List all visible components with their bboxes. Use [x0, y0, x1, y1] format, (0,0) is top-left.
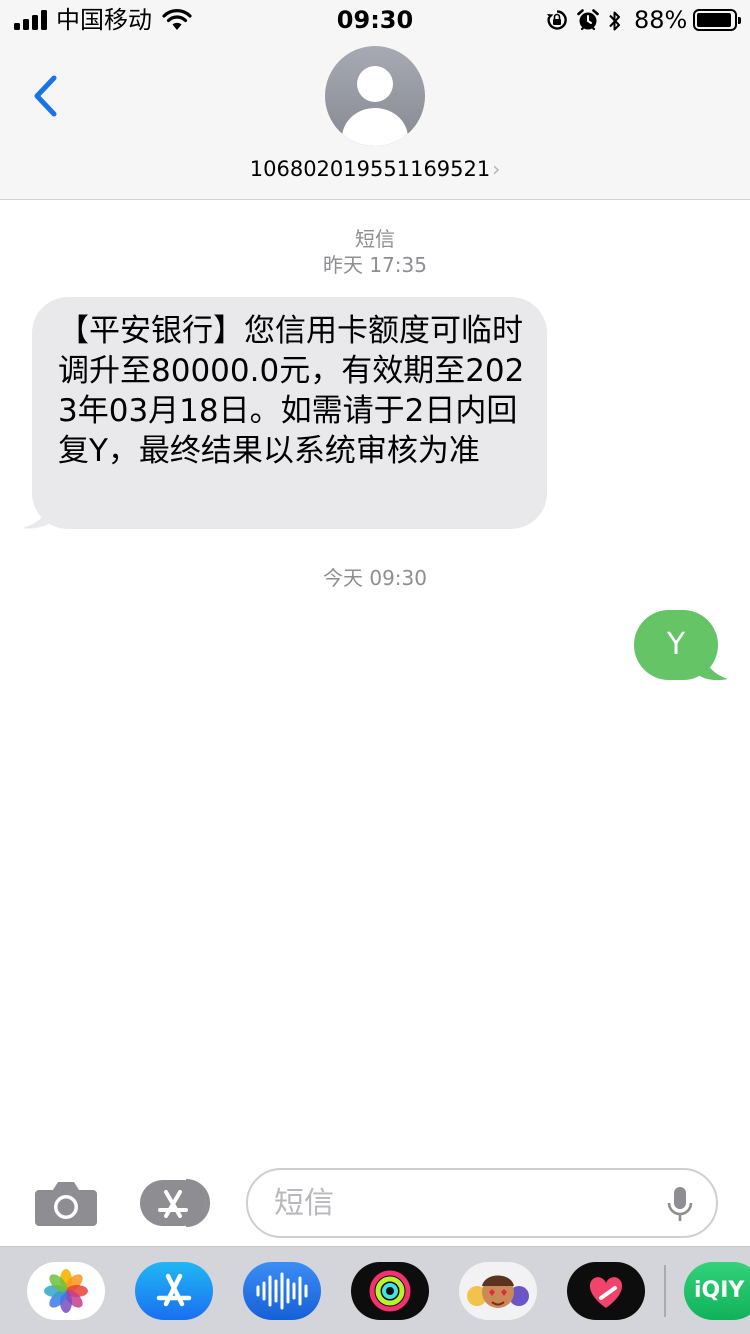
- microphone-icon[interactable]: [666, 1185, 694, 1225]
- camera-button[interactable]: [35, 1178, 97, 1228]
- app-store-button[interactable]: [138, 1178, 214, 1228]
- chevron-right-icon: ›: [492, 157, 501, 181]
- iqiyi-logo-text: iQIY: [694, 1278, 745, 1303]
- service-label: 短信: [355, 227, 395, 251]
- rotation-lock-icon: [547, 10, 567, 30]
- contact-avatar[interactable]: [325, 46, 425, 146]
- audio-messages-icon[interactable]: [243, 1262, 321, 1320]
- status-bar: 中国移动 09:30 88%: [0, 0, 750, 40]
- iqiyi-icon[interactable]: iQIY: [684, 1262, 750, 1320]
- message-timestamp: 昨天 17:35: [323, 253, 427, 277]
- back-button[interactable]: [28, 72, 68, 120]
- app-drawer: iQIY: [0, 1246, 750, 1334]
- battery-percent: 88%: [634, 6, 688, 34]
- memoji-icon[interactable]: [459, 1262, 537, 1320]
- contact-name[interactable]: 106802019551169521 ›: [0, 155, 750, 183]
- message-input[interactable]: 短信: [246, 1168, 718, 1238]
- incoming-message-text: 【平安银行】您信用卡额度可临时调升至80000.0元，有效期至2023年03月1…: [58, 313, 525, 469]
- digital-touch-icon[interactable]: [567, 1262, 645, 1320]
- message-input-placeholder: 短信: [274, 1186, 334, 1221]
- bluetooth-icon: [609, 11, 620, 31]
- drawer-separator: [664, 1265, 666, 1317]
- alarm-icon: [577, 9, 599, 31]
- incoming-message-bubble[interactable]: 【平安银行】您信用卡额度可临时调升至80000.0元，有效期至2023年03月1…: [32, 297, 547, 529]
- message-timestamp: 今天 09:30: [323, 566, 427, 590]
- activity-icon[interactable]: [351, 1262, 429, 1320]
- photos-icon[interactable]: [27, 1262, 105, 1320]
- battery-icon: [693, 9, 741, 31]
- contact-number: 106802019551169521: [249, 157, 491, 181]
- outgoing-message-text: Y: [666, 627, 686, 662]
- app-store-icon[interactable]: [135, 1262, 213, 1320]
- outgoing-message-bubble[interactable]: Y: [634, 610, 718, 680]
